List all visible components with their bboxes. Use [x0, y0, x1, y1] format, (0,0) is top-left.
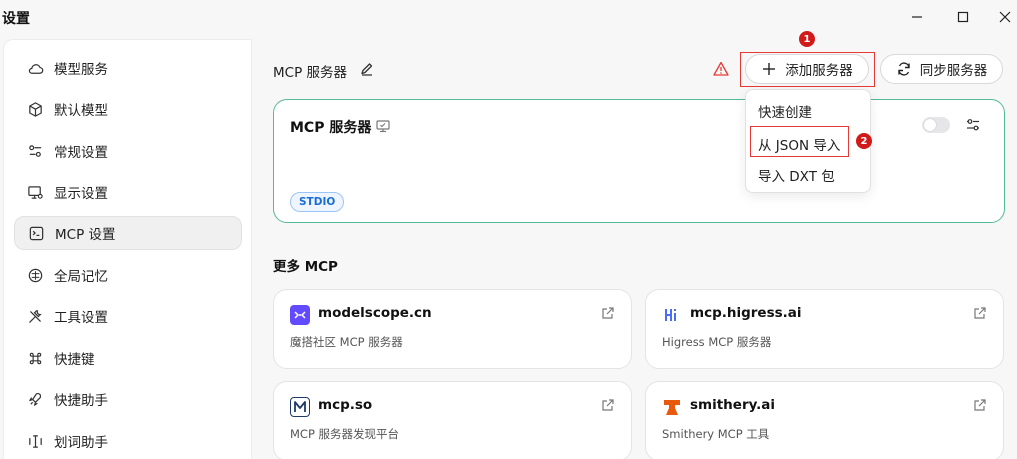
mcp-card-desc: MCP 服务器发现平台 — [290, 427, 400, 441]
mcp-card-desc: Higress MCP 服务器 — [662, 335, 772, 349]
more-mcp-title: 更多 MCP — [273, 259, 338, 275]
sidebar-item-label: 快捷助手 — [54, 393, 108, 409]
sidebar-item-label: MCP 设置 — [55, 227, 116, 243]
sidebar-item-default-model[interactable]: 默认模型 — [14, 92, 242, 126]
sidebar-item-shortcuts[interactable]: 快捷键 — [14, 341, 242, 375]
refresh-icon — [896, 61, 912, 77]
sidebar-item-label: 显示设置 — [54, 186, 108, 202]
modelscope-logo-icon — [290, 305, 310, 325]
mcp-card-higress[interactable]: mcp.higress.ai Higress MCP 服务器 — [645, 289, 1004, 369]
external-link-icon[interactable] — [601, 306, 615, 320]
server-settings-icon[interactable] — [964, 116, 982, 134]
cube-icon — [26, 100, 44, 118]
text-cursor-icon — [26, 432, 44, 450]
sidebar-item-tool-settings[interactable]: 工具设置 — [14, 299, 242, 333]
sidebar-item-label: 快捷键 — [54, 352, 95, 368]
tools-icon — [26, 307, 44, 325]
edit-icon[interactable] — [359, 61, 375, 77]
mcp-so-logo-icon — [290, 397, 310, 417]
command-icon — [26, 349, 44, 367]
settings-sidebar: 模型服务 默认模型 常规设置 显示设置 MCP 设置 全局记忆 工具设置 快捷键… — [3, 39, 252, 459]
toggle-knob — [924, 119, 936, 131]
warning-icon[interactable] — [712, 60, 730, 78]
cloud-icon — [26, 59, 44, 77]
highlight-box-add — [740, 52, 875, 87]
rocket-icon — [26, 390, 44, 408]
minimize-icon — [912, 16, 922, 18]
higress-logo-icon — [662, 305, 682, 325]
mcp-card-name: modelscope.cn — [318, 305, 432, 321]
mcp-card-name: mcp.so — [318, 397, 373, 413]
highlight-box-json — [750, 126, 849, 157]
server-enable-toggle[interactable] — [922, 117, 950, 133]
external-link-icon[interactable] — [973, 398, 987, 412]
mcp-card-modelscope[interactable]: modelscope.cn 魔搭社区 MCP 服务器 — [273, 289, 632, 369]
server-name: MCP 服务器 — [290, 120, 372, 136]
close-button[interactable] — [990, 4, 1017, 30]
step-badge-1: 1 — [799, 31, 815, 47]
sync-server-button[interactable]: 同步服务器 — [880, 54, 1003, 84]
mcp-card-desc: Smithery MCP 工具 — [662, 427, 770, 441]
external-link-icon[interactable] — [601, 398, 615, 412]
transport-tag: STDIO — [290, 192, 345, 212]
main-panel: MCP 服务器 添加服务器 1 同步服务器 MCP 服务器 STDIO 更多 M… — [253, 31, 1017, 459]
sidebar-item-quick-assistant[interactable]: 快捷助手 — [14, 382, 242, 416]
smithery-logo-icon — [662, 397, 682, 417]
step-badge-2: 2 — [856, 133, 872, 149]
sidebar-item-label: 常规设置 — [54, 145, 108, 161]
sidebar-item-general-settings[interactable]: 常规设置 — [14, 134, 242, 168]
mcp-card-smithery[interactable]: smithery.ai Smithery MCP 工具 — [645, 381, 1004, 459]
sidebar-item-display-settings[interactable]: 显示设置 — [14, 175, 242, 209]
mcp-card-name: smithery.ai — [690, 397, 776, 413]
sliders-icon — [26, 142, 44, 160]
sidebar-item-label: 模型服务 — [54, 62, 108, 78]
page-title: MCP 服务器 — [273, 65, 348, 81]
terminal-icon — [27, 224, 45, 242]
title-bar: 设置 — [0, 0, 1017, 34]
mcp-card-desc: 魔搭社区 MCP 服务器 — [290, 335, 403, 349]
menu-item-import-dxt[interactable]: 导入 DXT 包 — [758, 165, 835, 185]
server-card[interactable]: MCP 服务器 STDIO — [273, 99, 1005, 223]
sidebar-item-label: 全局记忆 — [54, 269, 108, 285]
monitor-icon — [375, 118, 391, 134]
sidebar-item-label: 工具设置 — [54, 310, 108, 326]
maximize-button[interactable] — [948, 4, 978, 30]
window-title: 设置 — [2, 11, 30, 27]
sync-server-label: 同步服务器 — [919, 63, 988, 79]
mcp-card-name: mcp.higress.ai — [690, 305, 802, 321]
sidebar-item-label: 划词助手 — [54, 435, 108, 451]
monitor-gear-icon — [26, 183, 44, 201]
external-link-icon[interactable] — [973, 306, 987, 320]
mcp-card-mcp-so[interactable]: mcp.so MCP 服务器发现平台 — [273, 381, 632, 459]
sidebar-item-global-memory[interactable]: 全局记忆 — [14, 258, 242, 292]
minimize-button[interactable] — [902, 4, 932, 30]
memory-icon — [26, 266, 44, 284]
maximize-icon — [957, 11, 969, 23]
sidebar-item-label: 默认模型 — [54, 103, 108, 119]
close-icon — [999, 11, 1011, 23]
menu-item-quick-create[interactable]: 快速创建 — [758, 101, 812, 121]
sidebar-item-model-service[interactable]: 模型服务 — [14, 51, 242, 85]
sidebar-item-mcp-settings[interactable]: MCP 设置 — [14, 216, 242, 250]
sidebar-item-selection-assistant[interactable]: 划词助手 — [14, 424, 242, 458]
